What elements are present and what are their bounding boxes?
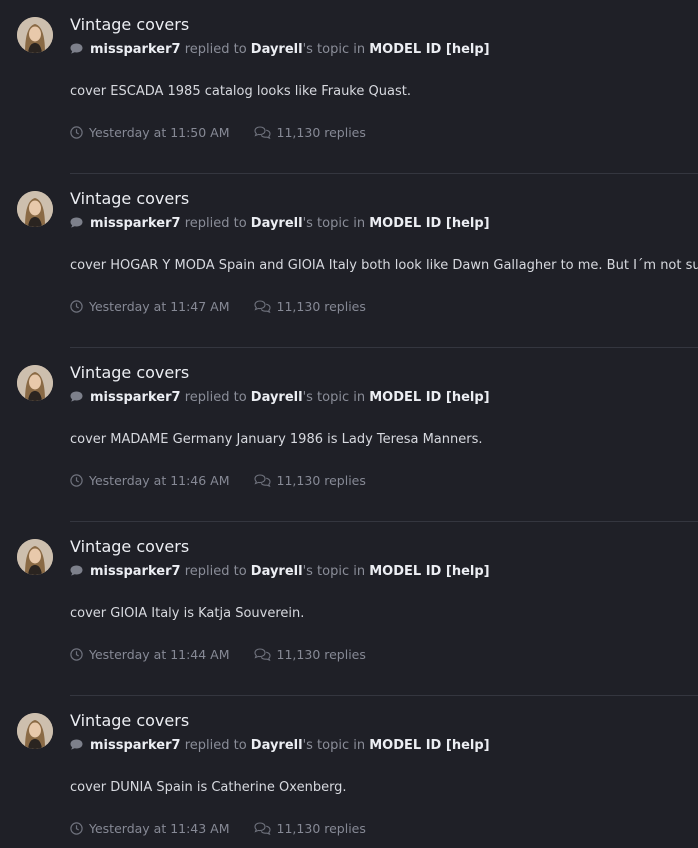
replies-count: 11,130 replies [276,473,366,488]
post-snippet: cover MADAME Germany January 1986 is Lad… [70,432,483,447]
comments-icon [253,648,271,661]
activity-meta: missparker7 replied to Dayrell's topic i… [70,563,490,581]
post-snippet: cover DUNIA Spain is Catherine Oxenberg. [70,780,347,795]
post-stats: Yesterday at 11:44 AM 11,130 replies [70,646,366,664]
clock-icon [70,822,83,835]
activity-entry: Vintage covers missparker7 replied to Da… [0,348,698,522]
forum-link[interactable]: MODEL ID [help] [369,564,489,579]
replies-count: 11,130 replies [276,821,366,836]
post-snippet: cover HOGAR Y MODA Spain and GIOIA Italy… [70,258,698,273]
topic-suffix-text: 's topic in [302,390,366,405]
replies-count: 11,130 replies [276,125,366,140]
activity-entry: Vintage covers missparker7 replied to Da… [0,0,698,174]
author-link[interactable]: missparker7 [90,216,181,231]
comment-bubble-icon [70,391,83,402]
activity-entry: Vintage covers missparker7 replied to Da… [0,696,698,848]
activity-meta: missparker7 replied to Dayrell's topic i… [70,215,490,233]
comments-icon [253,474,271,487]
comment-bubble-icon [70,217,83,228]
avatar[interactable] [17,191,53,227]
avatar[interactable] [17,713,53,749]
topic-suffix-text: 's topic in [302,738,366,753]
replied-to-text: replied to [184,738,247,753]
post-stats: Yesterday at 11:43 AM 11,130 replies [70,820,366,838]
post-stats: Yesterday at 11:47 AM 11,130 replies [70,298,366,316]
author-link[interactable]: missparker7 [90,738,181,753]
activity-entry: Vintage covers missparker7 replied to Da… [0,522,698,696]
topic-title[interactable]: Vintage covers [70,362,189,384]
post-stats: Yesterday at 11:46 AM 11,130 replies [70,472,366,490]
replied-to-text: replied to [184,216,247,231]
forum-link[interactable]: MODEL ID [help] [369,390,489,405]
activity-meta: missparker7 replied to Dayrell's topic i… [70,737,490,755]
replied-to-text: replied to [184,390,247,405]
post-time[interactable]: Yesterday at 11:46 AM [89,473,230,488]
activity-meta: missparker7 replied to Dayrell's topic i… [70,41,490,59]
comments-icon [253,822,271,835]
activity-entry: Vintage covers missparker7 replied to Da… [0,174,698,348]
author-link[interactable]: missparker7 [90,390,181,405]
topic-suffix-text: 's topic in [302,42,366,57]
clock-icon [70,300,83,313]
post-snippet: cover ESCADA 1985 catalog looks like Fra… [70,84,411,99]
comment-bubble-icon [70,565,83,576]
post-time[interactable]: Yesterday at 11:43 AM [89,821,230,836]
topic-suffix-text: 's topic in [302,564,366,579]
comment-bubble-icon [70,739,83,750]
forum-link[interactable]: MODEL ID [help] [369,738,489,753]
activity-feed: Vintage covers missparker7 replied to Da… [0,0,698,848]
replies-count: 11,130 replies [276,299,366,314]
replies-count: 11,130 replies [276,647,366,662]
author-link[interactable]: missparker7 [90,42,181,57]
topic-title[interactable]: Vintage covers [70,188,189,210]
comment-bubble-icon [70,43,83,54]
post-time[interactable]: Yesterday at 11:50 AM [89,125,230,140]
topic-owner-link[interactable]: Dayrell [251,390,303,405]
topic-title[interactable]: Vintage covers [70,14,189,36]
replied-to-text: replied to [184,42,247,57]
forum-link[interactable]: MODEL ID [help] [369,42,489,57]
avatar[interactable] [17,17,53,53]
avatar[interactable] [17,539,53,575]
topic-owner-link[interactable]: Dayrell [251,42,303,57]
clock-icon [70,648,83,661]
forum-link[interactable]: MODEL ID [help] [369,216,489,231]
avatar[interactable] [17,365,53,401]
author-link[interactable]: missparker7 [90,564,181,579]
post-time[interactable]: Yesterday at 11:44 AM [89,647,230,662]
topic-owner-link[interactable]: Dayrell [251,216,303,231]
comments-icon [253,300,271,313]
clock-icon [70,126,83,139]
topic-suffix-text: 's topic in [302,216,366,231]
topic-owner-link[interactable]: Dayrell [251,738,303,753]
topic-owner-link[interactable]: Dayrell [251,564,303,579]
post-stats: Yesterday at 11:50 AM 11,130 replies [70,124,366,142]
post-time[interactable]: Yesterday at 11:47 AM [89,299,230,314]
clock-icon [70,474,83,487]
activity-meta: missparker7 replied to Dayrell's topic i… [70,389,490,407]
replied-to-text: replied to [184,564,247,579]
topic-title[interactable]: Vintage covers [70,710,189,732]
comments-icon [253,126,271,139]
topic-title[interactable]: Vintage covers [70,536,189,558]
post-snippet: cover GIOIA Italy is Katja Souverein. [70,606,305,621]
